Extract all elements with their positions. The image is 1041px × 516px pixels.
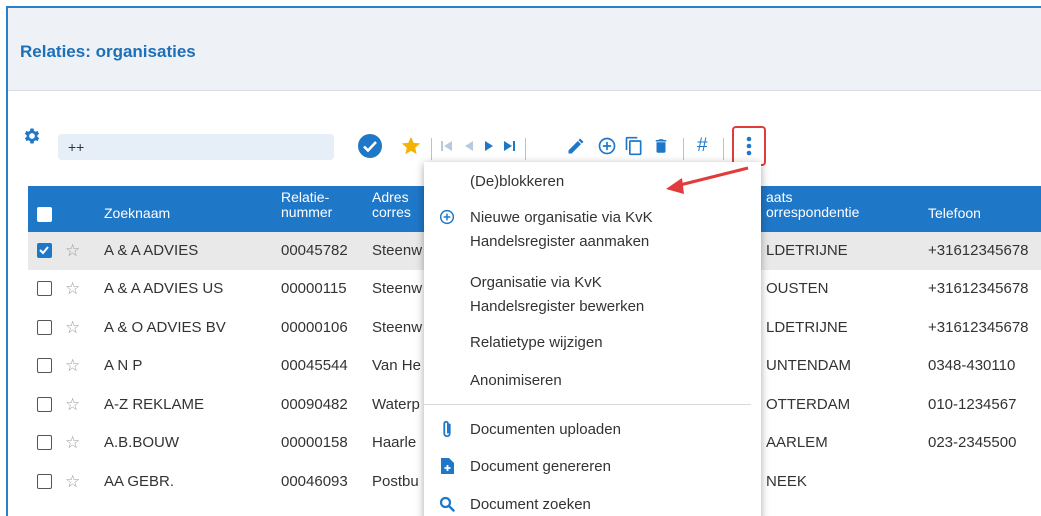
header-adres-2[interactable]: corres (372, 205, 411, 220)
row-checkbox[interactable] (37, 243, 52, 258)
select-all-checkbox[interactable] (37, 207, 52, 222)
cell-telefoon: +31612345678 (928, 280, 1029, 297)
favorite-star-icon[interactable] (400, 133, 422, 159)
confirm-check-icon[interactable] (357, 133, 383, 159)
cell-adres: Postbu (372, 473, 419, 490)
header-relatienummer-1[interactable]: Relatie- (281, 190, 329, 205)
favorite-star-outline-icon[interactable]: ☆ (65, 472, 80, 492)
first-record-icon[interactable] (440, 133, 454, 159)
cell-zoeknaam: A & A ADVIES US (104, 280, 224, 297)
row-checkbox[interactable] (37, 281, 52, 296)
cell-plaats: OTTERDAM (766, 396, 851, 413)
hash-number-icon[interactable]: # (697, 133, 708, 159)
header-zoeknaam[interactable]: Zoeknaam (104, 206, 170, 221)
favorite-star-outline-icon[interactable]: ☆ (65, 395, 80, 415)
header-plaats-1[interactable]: aats (766, 190, 792, 205)
header-relatienummer-2[interactable]: nummer (281, 205, 332, 220)
cell-zoeknaam: A N P (104, 357, 143, 374)
cell-plaats: OUSTEN (766, 280, 829, 297)
cell-zoeknaam: A & A ADVIES (104, 242, 199, 259)
cell-relatienummer: 00045782 (281, 242, 348, 259)
cell-relatienummer: 00000158 (281, 434, 348, 451)
cell-adres: Steenw (372, 242, 423, 259)
previous-record-icon[interactable] (463, 133, 475, 159)
favorite-star-outline-icon[interactable]: ☆ (65, 433, 80, 453)
row-checkbox[interactable] (37, 435, 52, 450)
header-plaats-2[interactable]: orrespondentie (766, 205, 859, 220)
cell-plaats: AARLEM (766, 434, 828, 451)
cell-relatienummer: 00090482 (281, 396, 348, 413)
favorite-star-outline-icon[interactable]: ☆ (65, 279, 80, 299)
cell-plaats: UNTENDAM (766, 357, 851, 374)
paperclip-icon (438, 420, 456, 438)
add-circle-icon[interactable] (597, 133, 617, 159)
menu-divider (424, 404, 751, 405)
cell-adres: Van He (372, 357, 421, 374)
cell-plaats: LDETRIJNE (766, 319, 848, 336)
cell-zoeknaam: A-Z REKLAME (104, 396, 205, 413)
menu-item-deblokkeren[interactable]: (De)blokkeren (470, 170, 564, 193)
delete-trash-icon[interactable] (652, 133, 670, 159)
toolbar-separator (525, 138, 526, 160)
cell-relatienummer: 00045544 (281, 357, 348, 374)
toolbar-separator (683, 138, 684, 160)
cell-telefoon: 0348-430110 (928, 357, 1016, 374)
cell-plaats: LDETRIJNE (766, 242, 848, 259)
more-options-highlight (732, 126, 766, 166)
cell-zoeknaam: AA GEBR. (104, 473, 175, 490)
cell-relatienummer: 00000106 (281, 319, 348, 336)
row-checkbox[interactable] (37, 397, 52, 412)
row-checkbox[interactable] (37, 474, 52, 489)
toolbar-separator (431, 138, 432, 160)
row-checkbox[interactable] (37, 320, 52, 335)
cell-zoeknaam: A & O ADVIES BV (104, 319, 226, 336)
menu-item-document-zoeken[interactable]: Document zoeken (470, 493, 591, 516)
document-add-icon (438, 457, 456, 475)
cell-relatienummer: 00046093 (281, 473, 348, 490)
page-title: Relaties: organisaties (20, 42, 196, 61)
edit-pencil-icon[interactable] (566, 133, 586, 159)
menu-item-document-genereren[interactable]: Document genereren (470, 455, 611, 478)
menu-item-nieuwe-organisatie-line2[interactable]: Handelsregister aanmaken (470, 230, 649, 253)
header-telefoon[interactable]: Telefoon (928, 206, 981, 221)
toolbar-separator (723, 138, 724, 160)
menu-item-organisatie-bewerken-line1[interactable]: Organisatie via KvK (470, 271, 602, 294)
cell-relatienummer: 00000115 (281, 280, 347, 297)
menu-item-relatietype-wijzigen[interactable]: Relatietype wijzigen (470, 331, 603, 354)
row-checkbox[interactable] (37, 358, 52, 373)
cell-telefoon: +31612345678 (928, 319, 1029, 336)
last-record-icon[interactable] (502, 133, 516, 159)
cell-telefoon: +31612345678 (928, 242, 1029, 259)
cell-adres: Steenw (372, 319, 423, 336)
more-options-menu: (De)blokkeren Nieuwe organisatie via KvK… (424, 162, 761, 516)
menu-item-nieuwe-organisatie-line1[interactable]: Nieuwe organisatie via KvK (470, 206, 653, 229)
next-record-icon[interactable] (483, 133, 495, 159)
cell-telefoon: 023-2345500 (928, 434, 1017, 451)
copy-icon[interactable] (624, 133, 644, 159)
favorite-star-outline-icon[interactable]: ☆ (65, 318, 80, 338)
header-adres-1[interactable]: Adres (372, 190, 409, 205)
search-input[interactable] (58, 134, 334, 160)
cell-plaats: NEEK (766, 473, 807, 490)
cell-zoeknaam: A.B.BOUW (104, 434, 180, 451)
cell-adres: Haarle (372, 434, 417, 451)
menu-item-organisatie-bewerken-line2[interactable]: Handelsregister bewerken (470, 295, 644, 318)
add-circle-icon (438, 208, 456, 226)
cell-adres: Steenw (372, 280, 423, 297)
cell-telefoon: 010-1234567 (928, 396, 1017, 413)
menu-item-anonimiseren[interactable]: Anonimiseren (470, 369, 562, 392)
search-icon (438, 495, 456, 513)
cell-adres: Waterp (372, 396, 420, 413)
favorite-star-outline-icon[interactable]: ☆ (65, 356, 80, 376)
menu-item-documenten-uploaden[interactable]: Documenten uploaden (470, 418, 621, 441)
favorite-star-outline-icon[interactable]: ☆ (65, 241, 80, 261)
settings-gear-icon[interactable] (22, 126, 42, 146)
